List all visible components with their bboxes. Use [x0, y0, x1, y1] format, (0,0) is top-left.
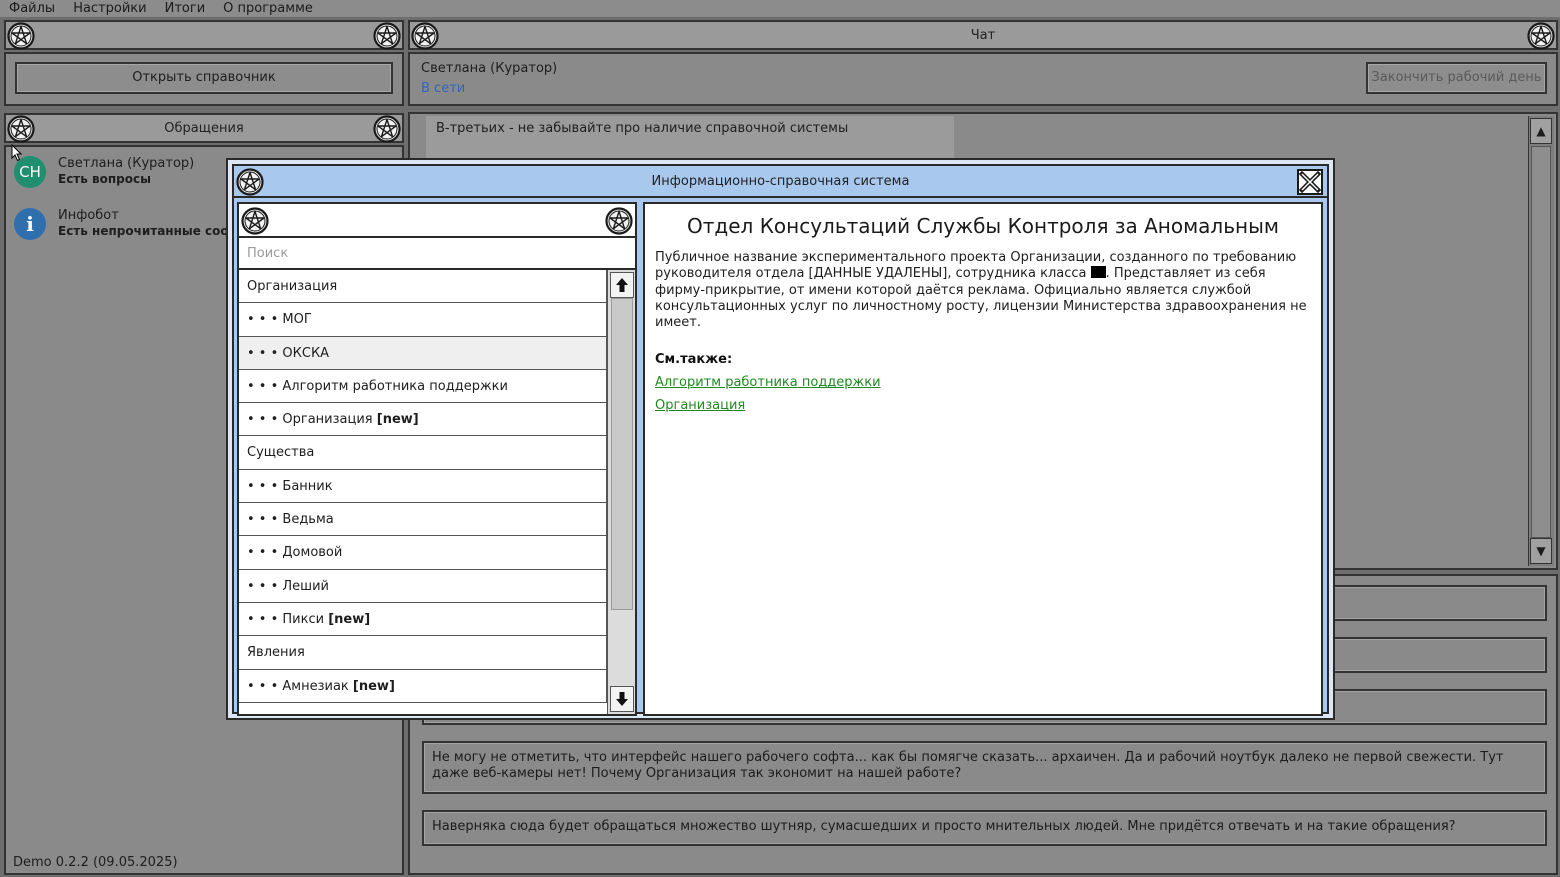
reference-category[interactable]: Явления [239, 636, 607, 670]
reference-item[interactable]: • • • Домовой [239, 536, 607, 570]
reply-option[interactable]: Не могу не отметить, что интерфейс нашег… [422, 741, 1547, 794]
pentagram-icon [373, 115, 401, 143]
reply-option[interactable]: Наверняка сюда будет обращаться множеств… [422, 810, 1547, 846]
menu-results[interactable]: Итоги [156, 0, 215, 17]
article-title: Отдел Консультаций Службы Контроля за Ан… [687, 214, 1279, 238]
reference-item[interactable]: • • • Амнезиак [new] [239, 669, 607, 703]
reference-item-label: • • • Пикси [247, 611, 329, 627]
reference-titlebar[interactable]: Информационно-справочная система [234, 166, 1327, 198]
menu-about[interactable]: О программе [214, 0, 322, 17]
version-label: Demo 0.2.2 (09.05.2025) [13, 855, 178, 870]
reference-item-label: • • • Организация [247, 412, 377, 428]
reference-item-label: Явления [247, 645, 305, 661]
pentagram-icon [373, 22, 401, 50]
scroll-thumb[interactable] [611, 298, 633, 610]
new-badge: [new] [376, 412, 419, 428]
see-also-link[interactable]: Организация [655, 398, 1311, 413]
reference-item-label: • • • Амнезиак [247, 678, 353, 694]
index-scrollbar[interactable] [607, 270, 635, 714]
reference-item[interactable]: • • • Ведьма [239, 503, 607, 537]
menu-bar: Файлы Настройки Итоги О программе [0, 0, 1560, 17]
redacted-block [1090, 266, 1106, 279]
article-pane: Отдел Консультаций Службы Контроля за Ан… [643, 202, 1323, 716]
mouse-cursor-icon [11, 144, 23, 162]
arrow-up-icon[interactable] [610, 272, 634, 298]
end-day-button[interactable]: Закончить рабочий день [1366, 62, 1547, 94]
reference-category[interactable]: Организация [239, 270, 607, 304]
reference-dialog: Информационно-справочная система Организ… [226, 158, 1335, 720]
reference-item-label: • • • Ведьма [247, 512, 334, 528]
new-badge: [new] [352, 678, 395, 694]
ticket-status: Есть вопросы [58, 172, 151, 186]
reference-item[interactable]: • • • Банник [239, 469, 607, 504]
chat-contact-name: Светлана (Куратор) [421, 61, 558, 76]
reference-item[interactable]: • • • Организация [new] [239, 403, 607, 437]
chat-titlebar: Чат [408, 20, 1558, 50]
menu-files[interactable]: Файлы [0, 0, 64, 17]
ticket-name: Инфобот [58, 208, 119, 223]
reference-title: Информационно-справочная система [651, 174, 910, 189]
close-icon[interactable] [1297, 169, 1323, 195]
reference-item-label: Существа [247, 445, 315, 461]
menu-settings[interactable]: Настройки [64, 0, 155, 17]
reference-item-label: • • • Алгоритм работника поддержки [247, 378, 508, 394]
reference-dialog-body: Информационно-справочная система Организ… [232, 164, 1329, 716]
scroll-thumb[interactable] [1531, 146, 1551, 538]
arrow-down-icon[interactable] [610, 686, 634, 712]
article-body: Публичное название экспериментального пр… [655, 250, 1311, 331]
tickets-titlebar: Обращения [4, 113, 404, 143]
search-input[interactable] [239, 238, 635, 270]
tickets-title: Обращения [164, 121, 244, 136]
reference-item-label: • • • Леший [247, 578, 329, 594]
pentagram-icon [605, 207, 633, 235]
index-header [239, 204, 635, 238]
reference-item[interactable]: • • • Пикси [new] [239, 602, 607, 637]
arrow-up-icon[interactable]: ▲ [1530, 118, 1552, 144]
reference-item[interactable]: • • • Алгоритм работника поддержки [239, 369, 607, 404]
pentagram-icon [7, 22, 35, 50]
chat-scrollbar[interactable]: ▲ ▼ [1528, 116, 1554, 566]
reference-list: Организация • • • МОГ • • • ОКСКА • • • Алг… [239, 270, 607, 714]
reference-item[interactable]: • • • ОКСКА [239, 336, 607, 370]
reference-index-pane: Организация • • • МОГ • • • ОКСКА • • • Алг… [237, 202, 637, 716]
ticket-name: Светлана (Куратор) [58, 156, 195, 171]
new-badge: [new] [328, 611, 371, 627]
pentagram-icon [1527, 22, 1555, 50]
reference-item-label: Организация [247, 279, 338, 294]
reference-item-label: • • • МОГ [247, 312, 312, 328]
reference-item[interactable]: • • • Леший [239, 569, 607, 603]
see-also-label: См.также: [655, 352, 733, 368]
reference-category[interactable]: Существа [239, 436, 607, 470]
chat-title: Чат [970, 28, 996, 43]
arrow-down-icon[interactable]: ▼ [1530, 538, 1552, 564]
open-reference-button[interactable]: Открыть справочник [15, 62, 393, 94]
reference-item-label: • • • ОКСКА [247, 345, 330, 361]
reference-item-label: • • • Банник [247, 478, 333, 494]
reference-item-label: • • • Домовой [247, 545, 343, 561]
chat-contact-status: В сети [421, 81, 466, 96]
reference-item[interactable]: • • • МОГ [239, 303, 607, 337]
info-icon: i [14, 208, 46, 240]
see-also-link[interactable]: Алгоритм работника поддержки [655, 375, 1311, 390]
left-top-titlebar [4, 20, 404, 50]
pentagram-icon [241, 207, 269, 235]
